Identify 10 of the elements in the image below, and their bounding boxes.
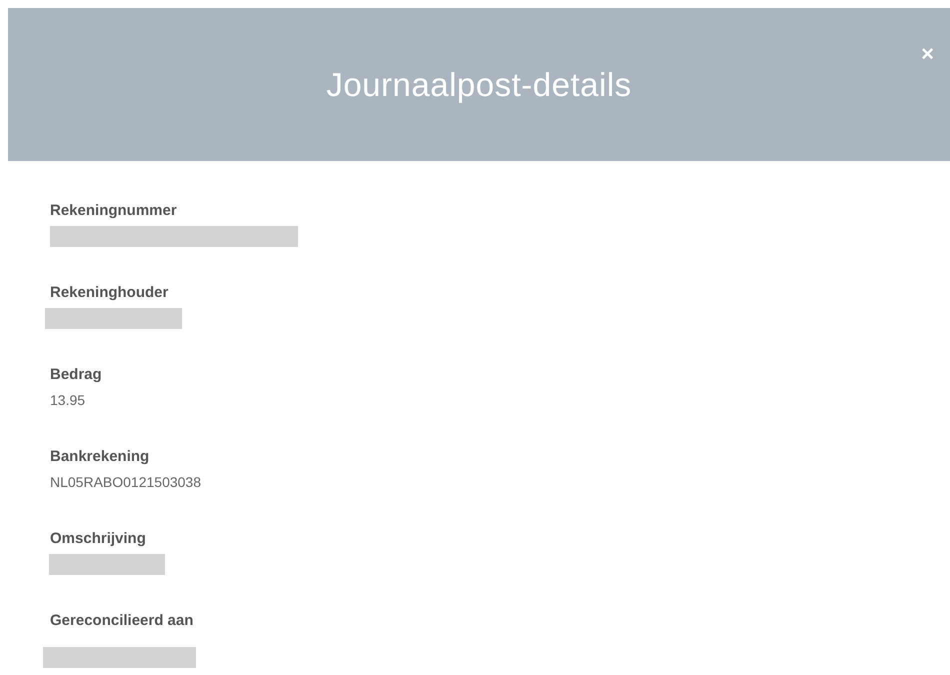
field-label: Rekeninghouder	[50, 283, 170, 303]
field-value: 13.95	[50, 391, 86, 410]
dialog-title: Journaalpost-details	[326, 66, 632, 104]
field-label: Bankrekening	[50, 447, 150, 467]
field-label: Gereconcilieerd aan	[50, 611, 194, 631]
close-button[interactable]: ×	[917, 42, 938, 66]
field-value: NL05RABO0121503038	[50, 473, 202, 492]
field-label: Rekeningnummer	[50, 201, 178, 221]
field-label: Bedrag	[50, 365, 103, 385]
field-label: Omschrijving	[50, 529, 147, 549]
